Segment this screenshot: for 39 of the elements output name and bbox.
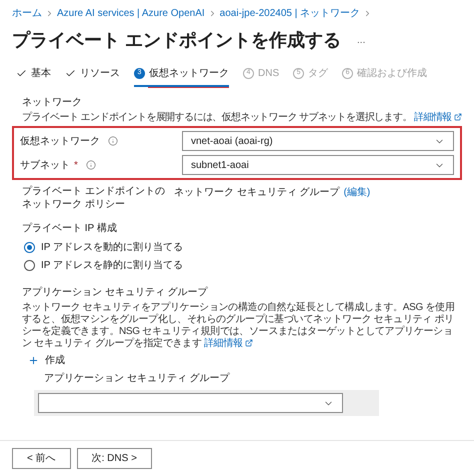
create-button[interactable]: 作成 [22,353,65,368]
footer-button[interactable]: 次: DNS > [76,448,152,469]
radio-option[interactable]: IP アドレスを動的に割り当てる [24,240,462,255]
field-value: ネットワーク セキュリティ グループ [174,186,340,200]
external-link-icon [454,113,462,122]
section-description: ネットワーク セキュリティをアプリケーションの構造の自然な延長として構成します。ASG を使用すると、仮想マシンをグループ化し、それらのグループに基づいてネットワーク セキュリティ ポリシーを定義できます。NSG セキュリティ規則では、ソースまたはターゲットとしてアプリケーション セキュリティ グループを指定できます 詳細情報 [22,302,456,350]
section-description: プライベート エンドポイントを展開するには、仮想ネットワーク サブネットを選択します。 詳細情報 [22,112,462,124]
more-button[interactable]: ... [357,33,366,48]
breadcrumb-link[interactable]: aoai-jpe-202405 | ネットワーク [220,6,360,21]
section-heading: アプリケーション セキュリティ グループ [22,286,209,300]
info-icon [86,160,96,170]
field-label: アプリケーション セキュリティ グループ [43,372,231,386]
plus-icon [28,355,39,366]
external-link-icon [245,339,254,348]
edit-link[interactable]: (編集) [344,185,370,200]
learn-more-link[interactable]: 詳細情報 [204,338,254,349]
wizard-tab[interactable]: 基本 [16,66,51,87]
page-title: プライベート エンドポイントを作成する [12,29,342,52]
radio-button[interactable] [24,260,35,271]
dropdown-field[interactable]: subnet1-aoai [182,155,454,175]
learn-more-link[interactable]: 詳細情報 [414,112,462,123]
breadcrumb-link[interactable]: ホーム [12,6,42,21]
breadcrumb-link[interactable]: Azure AI services | Azure OpenAI [57,6,205,21]
field-label: 仮想ネットワーク [20,134,100,148]
dropdown-field[interactable] [38,393,343,413]
required-mark: * [74,158,78,172]
info-icon [108,136,118,146]
footer-button[interactable]: < 前へ [12,448,71,469]
field-label: サブネット [20,158,70,172]
dropdown-field[interactable]: vnet-aoai (aoai-rg) [182,131,454,151]
chevron-right-icon [45,9,54,18]
section-heading: プライベート IP 構成 [22,222,118,236]
radio-option[interactable]: IP アドレスを静的に割り当てる [24,258,462,273]
radio-button[interactable] [24,242,35,253]
check-icon [16,68,27,79]
wizard-tab[interactable]: リソース [65,66,120,87]
field-label: プライベート エンドポイントのネットワーク ポリシー [22,185,166,211]
section-heading: ネットワーク [22,96,83,110]
check-icon [65,68,76,79]
